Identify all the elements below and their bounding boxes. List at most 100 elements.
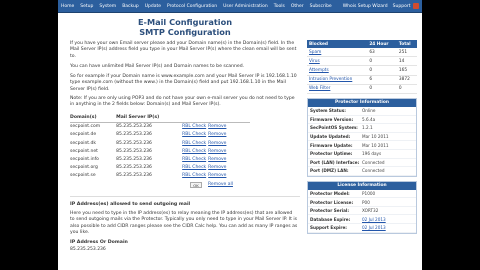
info-key: Database Expire: xyxy=(310,216,351,222)
info-key: Protector Serial: xyxy=(310,208,350,214)
stats-label-link[interactable]: Virus xyxy=(307,56,368,67)
info-value: XORT32 xyxy=(362,208,379,214)
info-value[interactable]: 02 Jul 2013 xyxy=(362,225,386,230)
rbl-check-link[interactable]: RBL Check xyxy=(182,141,206,146)
nav-item-setup[interactable]: Setup xyxy=(80,4,93,9)
actions-cell: RBL Check Remove xyxy=(182,139,250,147)
stats-header-total: Total xyxy=(396,40,417,48)
stats-label-link[interactable]: Intrusion Prevention xyxy=(307,75,368,85)
info-value: P1000 xyxy=(362,190,376,196)
stats-row: Virus 0 14 xyxy=(307,56,417,67)
table-row: secpoint.org 85.235.253.236 RBL Check Remov… xyxy=(70,164,250,172)
info-row: Protector License: P00 xyxy=(308,198,416,207)
info-value: 196 days xyxy=(362,151,382,157)
license-info-rows: Protector Model: P1000 Protector License: P… xyxy=(308,190,416,233)
add-ok-button[interactable]: OK xyxy=(190,181,202,188)
remove-link[interactable]: Remove xyxy=(208,132,226,137)
remove-link[interactable]: Remove xyxy=(208,165,226,170)
stats-row: Intrusion Prevention 6 3872 xyxy=(307,75,417,85)
stats-label-link[interactable]: Spam xyxy=(307,48,368,58)
col-domain: Domain(s) xyxy=(70,113,117,123)
relay-heading: IP Address(es) allowed to send outgoing … xyxy=(70,201,191,207)
app-window: Home Setup System Backup Update Protocol… xyxy=(58,0,422,270)
stats-label-link[interactable]: Web Filter xyxy=(307,84,368,94)
stats-label-link[interactable]: Attempts xyxy=(307,65,368,76)
remove-all-link[interactable]: Remove all xyxy=(208,182,233,187)
main-content: E-Mail Configuration SMTP Configuration … xyxy=(70,17,300,253)
nav-item-users[interactable]: User Administration xyxy=(223,4,268,9)
info-key: Update Updated: xyxy=(310,134,351,140)
info-value: Online xyxy=(362,108,376,114)
example-paragraph: So for example if your Domain name is ww… xyxy=(70,74,297,92)
domain-cell: secpoint.de xyxy=(70,132,97,138)
help-icon[interactable] xyxy=(413,3,419,9)
rbl-check-link[interactable]: RBL Check xyxy=(182,149,206,154)
remove-link[interactable]: Remove xyxy=(208,141,226,146)
info-row: Port (LAN) Interface: Connected xyxy=(308,159,416,168)
rbl-check-link[interactable]: RBL Check xyxy=(182,124,206,129)
relay-paragraph: Here you need to type in the IP address(… xyxy=(70,210,298,235)
actions-cell: RBL Check Remove xyxy=(182,172,250,180)
protector-info-heading: Protector Information xyxy=(308,98,416,107)
nav-item-system[interactable]: System xyxy=(99,4,116,9)
letterbox-left xyxy=(0,0,58,270)
stats-24h-value: 0 xyxy=(367,56,397,67)
nav-item-protocol[interactable]: Protocol Configuration xyxy=(167,4,217,9)
col-actions xyxy=(182,113,250,123)
stats-total-value: 3872 xyxy=(396,75,417,85)
top-navigation: Home Setup System Backup Update Protocol… xyxy=(58,0,422,13)
info-value: P00 xyxy=(362,199,370,205)
relay-ip-value: 85.235.253.236 xyxy=(70,247,106,253)
actions-cell: RBL Check Remove xyxy=(182,147,250,155)
stats-row: Spam 63 251 xyxy=(307,48,417,58)
stats-row: Attempts 0 165 xyxy=(307,65,417,76)
remove-link[interactable]: Remove xyxy=(208,173,226,178)
info-row: Port (DMZ) LAN: Connected xyxy=(308,167,416,176)
table-row: secpoint.se 85.235.253.236 RBL Check Remove xyxy=(70,172,250,180)
info-key: Support Expire: xyxy=(310,225,347,231)
stats-24h-value: 0 xyxy=(367,65,397,76)
info-key: Firmware Version: xyxy=(310,116,354,122)
stats-total-value: 0 xyxy=(396,84,417,94)
nav-item-other[interactable]: Other xyxy=(291,4,304,9)
stats-total-value: 251 xyxy=(396,48,417,58)
remove-link[interactable]: Remove xyxy=(208,157,226,162)
remove-link[interactable]: Remove xyxy=(208,149,226,154)
intro-paragraph: If you have your own Email server please… xyxy=(70,41,297,59)
domains-table: Domain(s) Mail Server IP(s) secpoint.com… xyxy=(70,113,250,180)
info-value[interactable]: 02 Jul 2013 xyxy=(362,217,386,222)
info-value: 5.6.4a xyxy=(362,116,376,122)
nav-item-home[interactable]: Home xyxy=(61,4,74,9)
rbl-check-link[interactable]: RBL Check xyxy=(182,157,206,162)
info-value: Connected xyxy=(362,159,385,165)
protector-info-box: Protector Information System Status: Onli… xyxy=(307,97,417,177)
stats-total-value: 14 xyxy=(396,56,417,67)
nav-item-support[interactable]: Support xyxy=(393,4,411,9)
info-row: Firmware Update: Mar 10 2011 xyxy=(308,141,416,150)
actions-cell: RBL Check Remove xyxy=(182,131,250,139)
stats-24h-value: 0 xyxy=(367,84,397,94)
info-row: Database Expire: 02 Jul 2013 xyxy=(308,215,416,225)
rbl-check-link[interactable]: RBL Check xyxy=(182,173,206,178)
nav-item-update[interactable]: Update xyxy=(145,4,161,9)
info-row: Protector Uptime: 196 days xyxy=(308,150,416,159)
nav-item-subscribe[interactable]: Subscribe xyxy=(310,4,332,9)
domain-cell: secpoint.se xyxy=(70,173,96,179)
domains-table-body: secpoint.com 85.235.253.236 RBL Check Remov… xyxy=(70,122,250,180)
rbl-check-link[interactable]: RBL Check xyxy=(182,132,206,137)
table-row: secpoint.com 85.235.253.236 RBL Check Remov… xyxy=(70,122,250,131)
stats-header-blocked: Blocked xyxy=(307,40,368,48)
nav-item-tools[interactable]: Tools xyxy=(274,4,285,9)
nav-item-wizard[interactable]: Whois Setup Wizard xyxy=(343,4,388,9)
nav-item-backup[interactable]: Backup xyxy=(122,4,139,9)
remove-link[interactable]: Remove xyxy=(208,124,226,129)
protector-info-rows: System Status: Online Firmware Version: 5.6… xyxy=(308,107,416,176)
info-value: 1.2.1 xyxy=(362,125,373,131)
table-row: secpoint.info 85.235.253.236 RBL Check Remo… xyxy=(70,155,250,163)
info-key: Protector Model: xyxy=(310,190,350,196)
unlimited-paragraph: You can have unlimited Mail Server IP(s)… xyxy=(70,63,245,69)
mail-ip-cell: 85.235.253.236 xyxy=(116,148,152,154)
info-key: Port (LAN) Interface: xyxy=(310,159,360,165)
rbl-check-link[interactable]: RBL Check xyxy=(182,165,206,170)
divider xyxy=(70,195,300,197)
